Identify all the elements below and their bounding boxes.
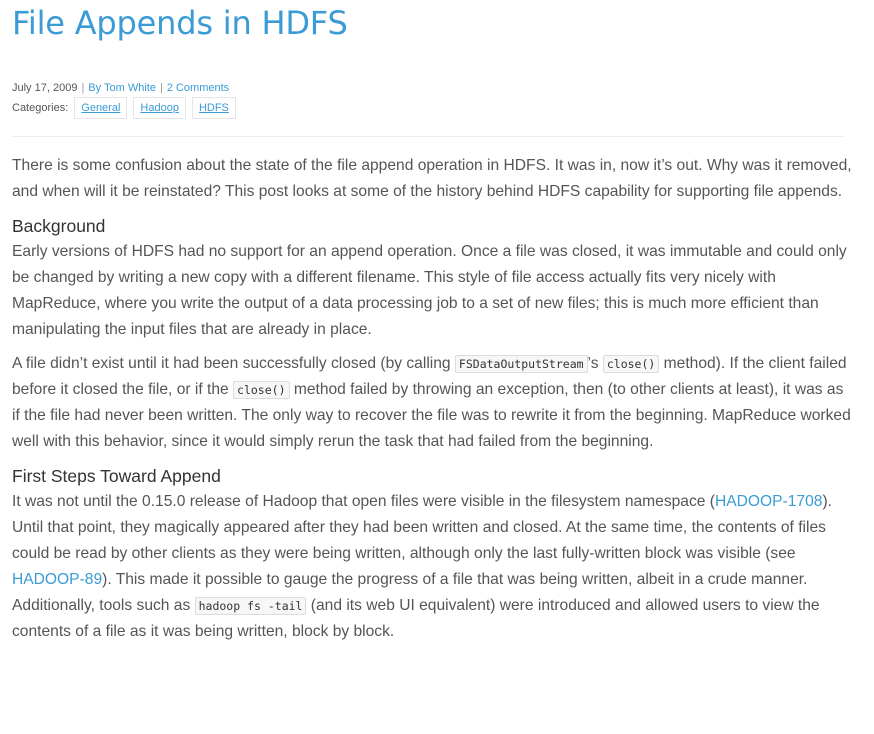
post-content: There is some confusion about the state … xyxy=(12,153,852,645)
close-paragraph: A file didn’t exist until it had been su… xyxy=(12,351,852,455)
author-link[interactable]: By Tom White xyxy=(88,82,156,94)
text-span: ’s xyxy=(587,355,603,372)
post-date: July 17, 2009 xyxy=(12,82,78,94)
heading-first-steps: First Steps Toward Append xyxy=(12,466,221,486)
heading-background: Background xyxy=(12,216,106,236)
meta-separator: | xyxy=(159,82,163,94)
link-hadoop-89[interactable]: HADOOP-89 xyxy=(12,571,102,588)
code-fsdataoutputstream: FSDataOutputStream xyxy=(454,355,588,373)
categories: Categories: General Hadoop HDFS xyxy=(12,97,236,119)
divider xyxy=(12,136,844,137)
intro-paragraph: There is some confusion about the state … xyxy=(12,157,852,200)
category-hdfs[interactable]: HDFS xyxy=(191,97,236,119)
text-span: It was not until the 0.15.0 release of H… xyxy=(12,493,715,510)
link-hadoop-1708[interactable]: HADOOP-1708 xyxy=(715,493,822,510)
article-page: File Appends in HDFS July 17, 2009 | By To… xyxy=(0,0,874,734)
category-general[interactable]: General xyxy=(74,97,128,119)
post-title: File Appends in HDFS xyxy=(12,4,348,42)
category-hadoop[interactable]: Hadoop xyxy=(133,97,186,119)
background-paragraph: Early versions of HDFS had no support fo… xyxy=(12,243,847,338)
post-meta: July 17, 2009 | By Tom White | 2 Comments xyxy=(12,82,229,95)
categories-label: Categories: xyxy=(12,102,69,114)
first-steps-paragraph: It was not until the 0.15.0 release of H… xyxy=(12,489,852,645)
code-close: close() xyxy=(602,355,660,373)
code-hadoop-fs-tail: hadoop fs -tail xyxy=(194,597,307,615)
meta-separator: | xyxy=(81,82,85,94)
text-span: A file didn’t exist until it had been su… xyxy=(12,355,455,372)
code-close: close() xyxy=(233,381,290,399)
comments-link[interactable]: 2 Comments xyxy=(167,82,229,94)
